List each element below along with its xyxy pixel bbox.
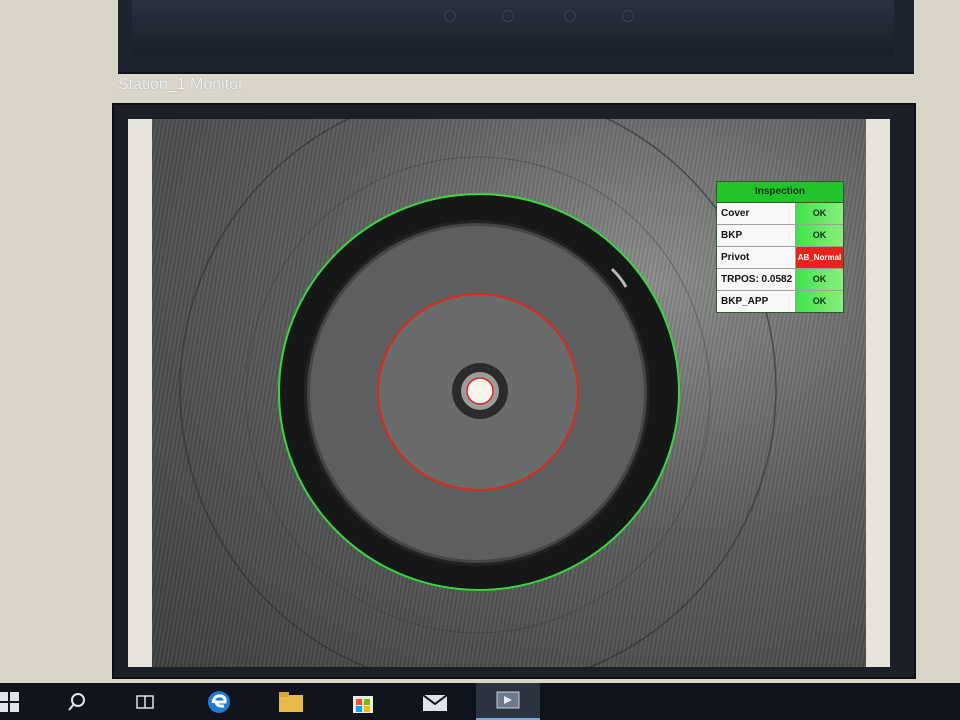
inspection-table: Inspection Cover OK BKP OK Privot AB_Nor… [716,181,844,313]
inspection-row-trpos: TRPOS: 0.0582 OK [717,269,843,291]
center-pivot [466,377,494,405]
search-icon[interactable] [54,683,100,720]
status-badge: OK [796,269,843,290]
edge-browser-icon[interactable] [196,683,242,720]
status-badge: OK [796,203,843,224]
panel-marker [622,10,634,22]
inspection-row-label: BKP [717,225,796,246]
inspection-row-label: TRPOS: 0.0582 [717,269,796,290]
inspection-row-cover: Cover OK [717,203,843,225]
taskbar [0,683,960,720]
store-icon[interactable] [340,683,386,720]
upper-station-image [132,0,894,56]
inspection-header: Inspection [717,182,843,203]
monitor-app-icon[interactable] [476,683,540,720]
inspection-row-label: Privot [717,247,796,268]
inspection-row-bkp-app: BKP_APP OK [717,291,843,312]
panel-marker [564,10,576,22]
file-explorer-icon[interactable] [268,683,314,720]
camera-viewport[interactable]: Inspection Cover OK BKP OK Privot AB_Nor… [128,119,890,667]
inspection-row-label: Cover [717,203,796,224]
status-badge: OK [796,291,843,312]
status-badge: AB_Normal [796,247,843,268]
panel-marker [444,10,456,22]
station-monitor-panel: Inspection Cover OK BKP OK Privot AB_Nor… [112,103,916,679]
monitor-title: Station_1 Monitor [118,76,244,93]
upper-station-panel [118,0,914,74]
windows-start-icon[interactable] [0,683,32,720]
camera-image: Inspection Cover OK BKP OK Privot AB_Nor… [152,119,866,667]
status-badge: OK [796,225,843,246]
inspection-row-privot: Privot AB_Normal [717,247,843,269]
inspection-row-bkp: BKP OK [717,225,843,247]
inspection-row-label: BKP_APP [717,291,796,312]
task-view-icon[interactable] [122,683,168,720]
mail-icon[interactable] [412,683,458,720]
panel-marker [502,10,514,22]
